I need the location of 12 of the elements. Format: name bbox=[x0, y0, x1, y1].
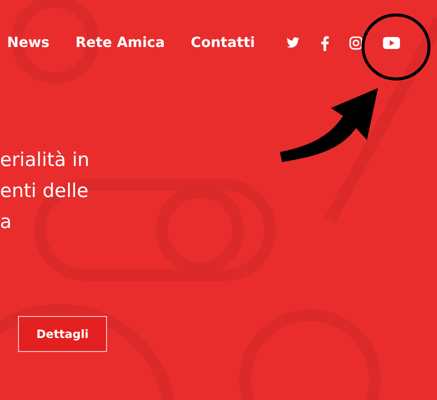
headline-text: enti delle bbox=[0, 179, 90, 204]
annotation-circle-drawing bbox=[362, 14, 430, 80]
instagram-icon[interactable] bbox=[348, 36, 363, 50]
nav-link[interactable]: News bbox=[7, 35, 50, 51]
youtube-icon[interactable] bbox=[382, 37, 400, 49]
headline-text: a bbox=[0, 210, 13, 235]
headline-text: erialità in bbox=[0, 148, 90, 173]
nav-link[interactable]: Rete Amica bbox=[75, 35, 165, 51]
details-button[interactable]: Dettagli bbox=[18, 316, 107, 352]
facebook-icon[interactable] bbox=[320, 36, 329, 50]
nav-link[interactable]: Contatti bbox=[190, 35, 255, 51]
twitter-icon[interactable] bbox=[284, 36, 301, 50]
